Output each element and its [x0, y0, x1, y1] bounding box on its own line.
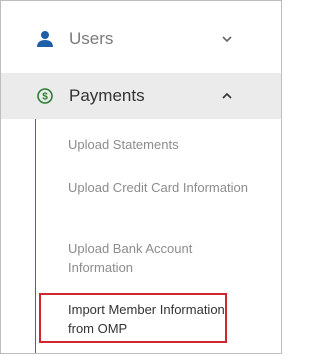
submenu-item-upload-bank-account-information[interactable]: Upload Bank Account Information: [68, 239, 248, 277]
chevron-up-icon[interactable]: [221, 90, 233, 102]
chevron-down-icon[interactable]: [221, 33, 233, 45]
submenu-item-upload-credit-card-information[interactable]: Upload Credit Card Information: [68, 178, 248, 197]
sidebar-item-payments[interactable]: $ Payments: [1, 73, 281, 119]
user-icon: [35, 29, 55, 49]
svg-text:$: $: [42, 92, 48, 103]
sidebar-nav: Users $ Payments Upload Statements Uploa…: [0, 0, 282, 354]
dollar-circle-icon: $: [35, 86, 55, 106]
sidebar-item-users[interactable]: Users: [1, 16, 281, 62]
sidebar-item-users-label: Users: [69, 29, 114, 48]
highlight-annotation-box: [39, 293, 227, 343]
sidebar-item-payments-label: Payments: [69, 86, 145, 105]
submenu-item-upload-statements[interactable]: Upload Statements: [68, 135, 248, 154]
